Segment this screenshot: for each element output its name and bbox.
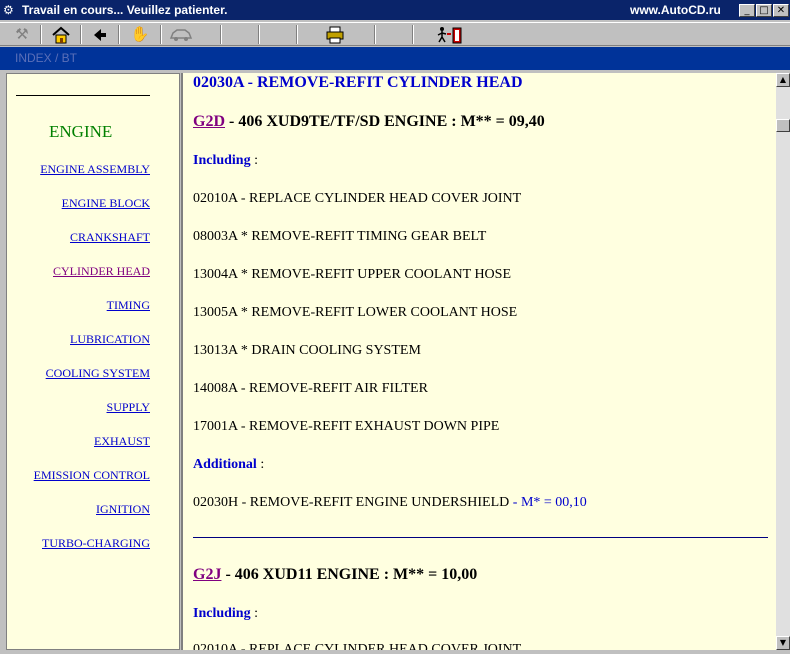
print-icon[interactable] xyxy=(320,24,350,45)
including-label-text-2: Including xyxy=(193,606,251,621)
list-item: 17001A - REMOVE-REFIT EXHAUST DOWN PIPE xyxy=(193,419,500,434)
brand-label: www.AutoCD.ru xyxy=(630,3,721,17)
additional-label-text: Additional xyxy=(193,457,257,472)
list-item-partial: 02010A - REPLACE CYLINDER HEAD COVER JOI… xyxy=(193,642,522,650)
close-button[interactable]: ✕ xyxy=(773,4,789,17)
sidebar-heading: ENGINE xyxy=(49,122,113,141)
section-divider xyxy=(193,537,768,538)
additional-item-time: - M* = 00,10 xyxy=(509,495,587,510)
sidebar-item-engine-block[interactable]: ENGINE BLOCK xyxy=(7,196,150,230)
sidebar-item-cooling-system[interactable]: COOLING SYSTEM xyxy=(7,366,150,400)
title-bar: ⚙ Travail en cours... Veuillez patienter… xyxy=(0,0,790,20)
list-item: 13013A * DRAIN COOLING SYSTEM xyxy=(193,343,421,358)
scroll-up-arrow-icon[interactable]: ▲ xyxy=(776,73,790,87)
hand-icon[interactable]: ✋ xyxy=(124,24,156,45)
toolbar: ⚒ ✋ xyxy=(0,22,790,46)
engine-code-link-g2d[interactable]: G2D xyxy=(193,113,225,130)
list-item: 14008A - REMOVE-REFIT AIR FILTER xyxy=(193,381,428,396)
sidebar-item-timing[interactable]: TIMING xyxy=(7,298,150,332)
engine-header-g2d: G2D - 406 XUD9TE/TF/SD ENGINE : M** = 09… xyxy=(193,113,545,131)
including-colon-2: : xyxy=(250,606,258,621)
sidebar-item-engine-assembly[interactable]: ENGINE ASSEMBLY xyxy=(7,162,150,196)
sidebar-item-lubrication[interactable]: LUBRICATION xyxy=(7,332,150,366)
list-item: 02010A - REPLACE CYLINDER HEAD COVER JOI… xyxy=(193,191,522,206)
window-title: Travail en cours... Veuillez patienter. xyxy=(22,3,228,17)
scroll-down-arrow-icon[interactable]: ▼ xyxy=(776,636,790,650)
engine-description-g2j: - 406 XUD11 ENGINE : M** = 10,00 xyxy=(221,566,478,583)
sidebar-item-cylinder-head[interactable]: CYLINDER HEAD xyxy=(7,264,150,298)
sidebar-item-turbo-charging[interactable]: TURBO-CHARGING xyxy=(7,536,150,570)
index-bar-label[interactable]: INDEX / BT xyxy=(15,51,77,65)
back-arrow-icon[interactable] xyxy=(86,24,114,45)
sidebar-item-emission-control[interactable]: EMISSION CONTROL xyxy=(7,468,150,502)
app-icon[interactable]: ⚙ xyxy=(3,3,17,17)
engine-description-g2d: - 406 XUD9TE/TF/SD ENGINE : M** = 09,40 xyxy=(225,113,545,130)
sidebar-item-exhaust[interactable]: EXHAUST xyxy=(7,434,150,468)
including-label-text: Including xyxy=(193,153,251,168)
engine-header-g2j: G2J - 406 XUD11 ENGINE : M** = 10,00 xyxy=(193,566,477,584)
additional-item: 02030H - REMOVE-REFIT ENGINE UNDERSHIELD… xyxy=(193,495,587,511)
engine-code-link-g2j[interactable]: G2J xyxy=(193,566,221,583)
list-item: 08003A * REMOVE-REFIT TIMING GEAR BELT xyxy=(193,229,487,244)
scroll-thumb[interactable] xyxy=(776,119,790,132)
sidebar-item-ignition[interactable]: IGNITION xyxy=(7,502,150,536)
list-item: 13004A * REMOVE-REFIT UPPER COOLANT HOSE xyxy=(193,267,512,282)
sidebar-item-supply[interactable]: SUPPLY xyxy=(7,400,150,434)
list-item: 13005A * REMOVE-REFIT LOWER COOLANT HOSE xyxy=(193,305,518,320)
index-bar: INDEX / BT xyxy=(0,47,790,70)
content-pane: 02030A - REMOVE-REFIT CYLINDER HEAD G2D … xyxy=(181,73,776,650)
car-icon[interactable] xyxy=(164,24,198,45)
additional-colon: : xyxy=(256,457,265,472)
operation-title: 02030A - REMOVE-REFIT CYLINDER HEAD xyxy=(193,74,523,91)
additional-item-text: 02030H - REMOVE-REFIT ENGINE UNDERSHIELD xyxy=(193,495,510,510)
exit-icon[interactable] xyxy=(432,24,468,45)
home-icon[interactable] xyxy=(46,24,76,45)
additional-label: Additional : xyxy=(193,457,264,473)
tools-icon[interactable]: ⚒ xyxy=(8,24,36,45)
sidebar: ENGINE ENGINE ASSEMBLY ENGINE BLOCK CRAN… xyxy=(6,73,180,650)
sidebar-links: ENGINE ASSEMBLY ENGINE BLOCK CRANKSHAFT … xyxy=(7,162,150,570)
vertical-scrollbar[interactable]: ▲ ▼ xyxy=(776,73,790,650)
including-colon: : xyxy=(250,153,258,168)
sidebar-divider xyxy=(16,95,150,96)
maximize-button[interactable]: □ xyxy=(756,4,772,17)
including-label: Including : xyxy=(193,153,258,169)
sidebar-item-crankshaft[interactable]: CRANKSHAFT xyxy=(7,230,150,264)
including-label-2: Including : xyxy=(193,606,258,622)
minimize-button[interactable]: _ xyxy=(739,4,755,17)
